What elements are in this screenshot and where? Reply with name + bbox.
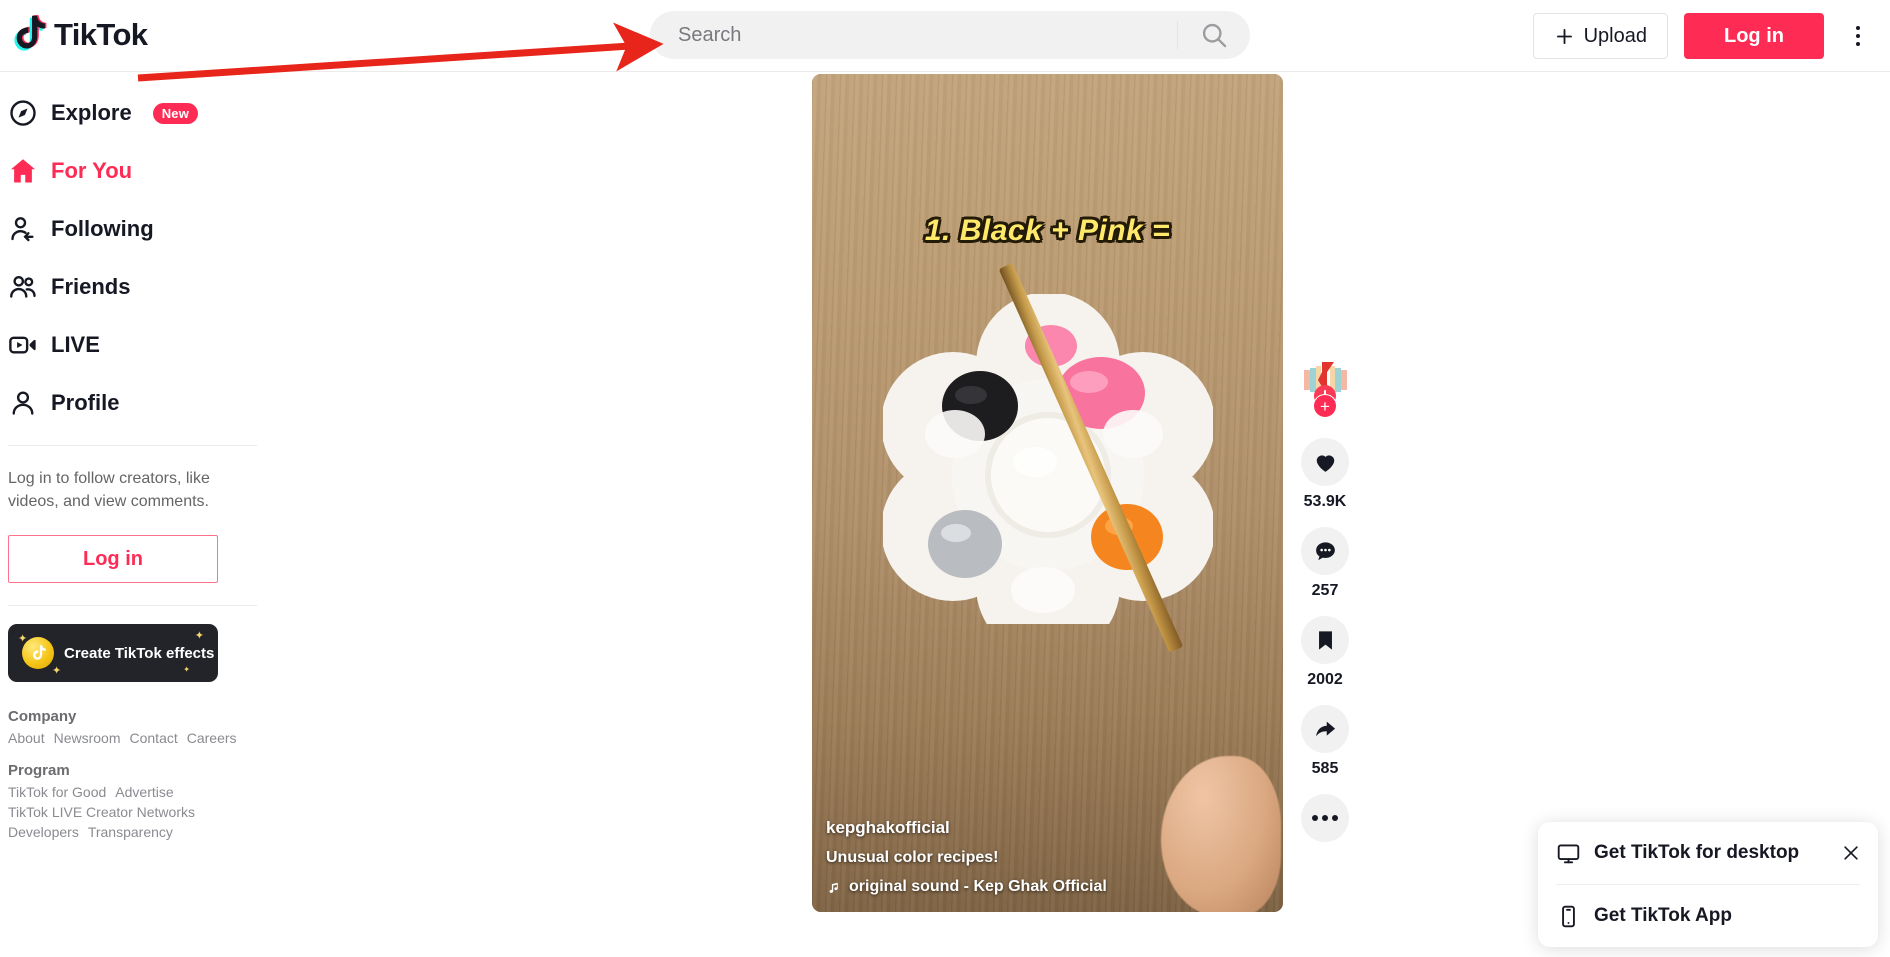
- sidebar-item-following[interactable]: Following: [0, 200, 265, 258]
- footer-links-program: TikTok for Good Advertise TikTok LIVE Cr…: [8, 784, 240, 840]
- footer-link-careers[interactable]: Careers: [187, 730, 237, 746]
- get-app-popup: Get TikTok for desktop Get TikTok App: [1538, 822, 1878, 947]
- left-sidebar: Explore New For You Following Friends LI…: [0, 72, 265, 957]
- sidebar-item-for-you[interactable]: For You: [0, 142, 265, 200]
- upload-button[interactable]: Upload: [1532, 13, 1668, 59]
- header-actions: Upload Log in: [1532, 13, 1876, 59]
- sidebar-label-profile: Profile: [51, 390, 120, 415]
- sparkle-3: ✦: [52, 665, 62, 678]
- create-effects-label: Create TikTok effects: [64, 644, 215, 662]
- bookmark-count: 2002: [1307, 671, 1343, 688]
- get-tiktok-app-label: Get TikTok App: [1594, 905, 1732, 926]
- users-icon: [10, 275, 36, 298]
- compass-icon: [10, 100, 36, 126]
- monitor-icon: [1557, 844, 1580, 863]
- bookmark-icon: [1318, 630, 1332, 650]
- search-submit-button[interactable]: [1178, 12, 1250, 58]
- follow-plus-icon[interactable]: +: [1313, 394, 1337, 418]
- sparkle-1: ✦: [18, 633, 28, 646]
- user-follow-icon: [11, 217, 34, 242]
- sidebar-item-explore[interactable]: Explore New: [0, 84, 265, 142]
- sidebar-item-profile[interactable]: Profile: [0, 374, 265, 432]
- close-icon: [1844, 846, 1858, 860]
- share-icon: [1315, 721, 1335, 736]
- person-icon: [12, 391, 34, 415]
- footer-link-developers[interactable]: Developers: [8, 824, 79, 840]
- explore-new-badge: New: [152, 102, 199, 124]
- footer-heading-company: Company: [8, 708, 77, 726]
- footer-link-tiktok-for-good[interactable]: TikTok for Good: [8, 784, 106, 800]
- home-icon: [11, 159, 36, 183]
- footer-links-company: About Newsroom Contact Careers: [8, 730, 240, 746]
- bookmark-icon-circle: [1301, 616, 1349, 664]
- more-icon-circle: [1301, 794, 1349, 842]
- sidebar-label-following: Following: [51, 216, 154, 241]
- video-player[interactable]: 1. Black + Pink = kepghakofficial Unusua…: [812, 74, 1283, 912]
- sidebar-footer: Company About Newsroom Contact Careers P…: [0, 682, 240, 840]
- sidebar-label-friends: Friends: [51, 274, 131, 299]
- tiktok-note-icon: [14, 15, 47, 51]
- video-action-rail: + 53.9K 257 2002 585: [1293, 352, 1357, 858]
- get-tiktok-app-row[interactable]: Get TikTok App: [1538, 885, 1878, 947]
- header-login-button[interactable]: Log in: [1684, 13, 1824, 59]
- plus-icon: [1556, 28, 1572, 44]
- popup-close-button[interactable]: [1838, 840, 1864, 866]
- comment-count: 257: [1311, 582, 1339, 599]
- get-tiktok-desktop-row[interactable]: Get TikTok for desktop: [1538, 822, 1878, 884]
- upload-label: Upload: [1583, 24, 1647, 47]
- like-button[interactable]: 53.9K: [1301, 438, 1349, 511]
- comment-icon: [1315, 541, 1335, 560]
- footer-heading-program: Program: [8, 762, 70, 780]
- sidebar-divider-2: [8, 605, 257, 607]
- sidebar-item-live[interactable]: LIVE: [0, 316, 265, 374]
- get-tiktok-desktop-label: Get TikTok for desktop: [1594, 842, 1800, 863]
- top-header: TikTok Upload Log in: [0, 0, 1890, 72]
- bookmark-button[interactable]: 2002: [1301, 616, 1349, 689]
- kebab-dot-2: [1856, 34, 1860, 38]
- phone-icon: [1562, 905, 1575, 927]
- footer-link-newsroom[interactable]: Newsroom: [54, 730, 121, 746]
- comment-icon-circle: [1301, 527, 1349, 575]
- footer-link-live-creator-networks[interactable]: TikTok LIVE Creator Networks: [8, 804, 195, 820]
- dot-3: [1332, 815, 1338, 821]
- search-bar[interactable]: [650, 11, 1250, 59]
- heart-icon: [1316, 454, 1334, 472]
- like-icon-circle: [1301, 438, 1349, 486]
- sidebar-label-live: LIVE: [51, 332, 100, 357]
- footer-link-transparency[interactable]: Transparency: [88, 824, 173, 840]
- kebab-dot-1: [1856, 26, 1860, 30]
- tiktok-page: TikTok Upload Log in: [0, 0, 1890, 957]
- video-more-button[interactable]: [1301, 794, 1349, 842]
- footer-link-advertise[interactable]: Advertise: [115, 784, 173, 800]
- sidebar-login-button[interactable]: Log in: [8, 535, 218, 584]
- dot-2: [1322, 815, 1328, 821]
- comment-button[interactable]: 257: [1301, 527, 1349, 600]
- header-more-button[interactable]: [1840, 13, 1876, 59]
- sidebar-label-explore: Explore: [51, 100, 132, 125]
- dot-1: [1312, 815, 1318, 821]
- create-effects-banner[interactable]: ✦ ✦ ✦ ✦ Create TikTok effects: [8, 624, 218, 683]
- footer-link-contact[interactable]: Contact: [130, 730, 178, 746]
- login-prompt-text: Log in to follow creators, like videos, …: [8, 470, 210, 510]
- sidebar-item-friends[interactable]: Friends: [0, 258, 265, 316]
- sparkle-2: ✦: [194, 630, 204, 643]
- share-button[interactable]: 585: [1301, 705, 1349, 778]
- live-video-icon: [9, 336, 36, 354]
- video-container: 1. Black + Pink = kepghakofficial Unusua…: [812, 74, 1283, 912]
- dots-horizontal-icon: [1312, 815, 1338, 821]
- footer-link-about[interactable]: About: [8, 730, 45, 746]
- sparkle-4: ✦: [183, 665, 190, 675]
- search-input[interactable]: [650, 12, 1177, 58]
- search-icon: [1202, 23, 1227, 48]
- tiktok-logo[interactable]: TikTok: [10, 13, 148, 56]
- tiktok-wordmark: TikTok: [54, 17, 148, 52]
- share-icon-circle: [1301, 705, 1349, 753]
- share-count: 585: [1311, 760, 1339, 777]
- like-count: 53.9K: [1303, 493, 1347, 510]
- sidebar-label-for-you: For You: [51, 158, 133, 183]
- avatar[interactable]: +: [1297, 352, 1353, 418]
- kebab-dot-3: [1856, 42, 1860, 46]
